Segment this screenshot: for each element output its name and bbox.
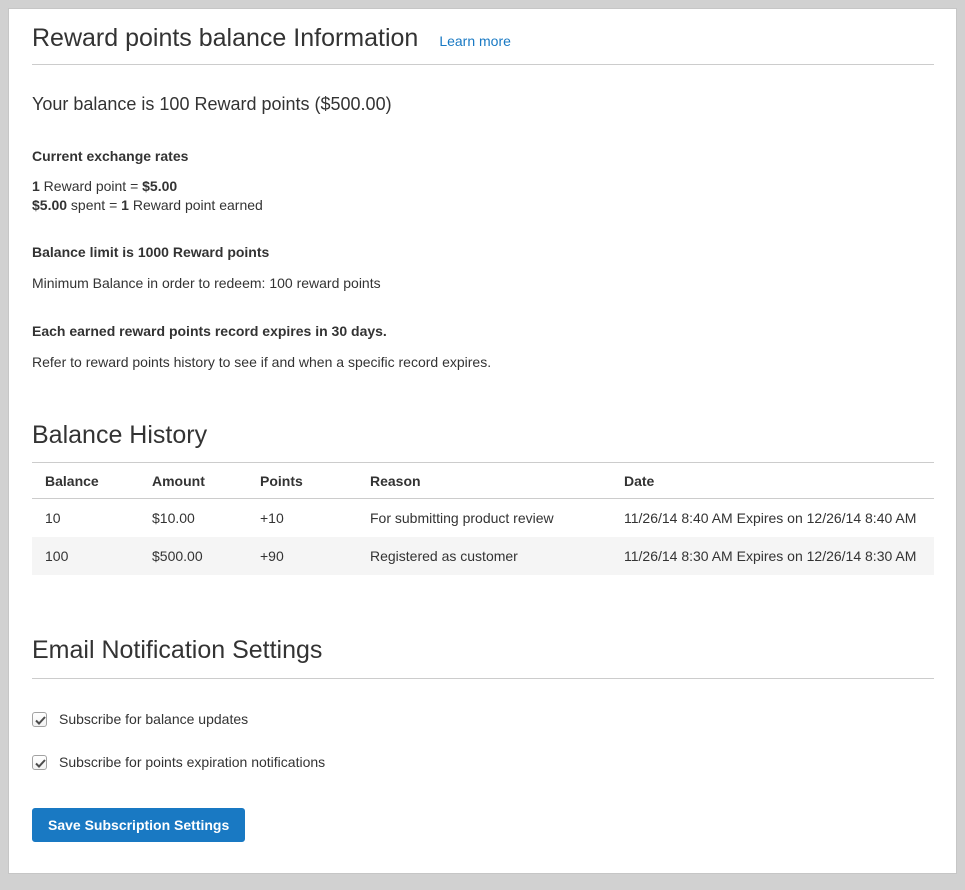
column-header-balance: Balance (32, 463, 139, 499)
page-title: Reward points balance Information (32, 23, 418, 53)
save-subscription-settings-button[interactable]: Save Subscription Settings (32, 808, 245, 842)
cell-reason: For submitting product review (357, 499, 611, 538)
email-settings-heading: Email Notification Settings (32, 635, 934, 665)
exchange-rate-line-2: $5.00 spent = 1 Reward point earned (32, 196, 934, 215)
minimum-balance-text: Minimum Balance in order to redeem: 100 … (32, 274, 934, 293)
balance-history-table: Balance Amount Points Reason Date 10 $10… (32, 462, 934, 575)
balance-limit-text: Balance limit is 1000 Reward points (32, 243, 934, 262)
cell-date: 11/26/14 8:40 AM Expires on 12/26/14 8:4… (611, 499, 934, 538)
checkbox-label: Subscribe for balance updates (59, 711, 248, 727)
cell-balance: 10 (32, 499, 139, 538)
cell-amount: $10.00 (139, 499, 247, 538)
column-header-reason: Reason (357, 463, 611, 499)
cell-reason: Registered as customer (357, 537, 611, 575)
points-expiration-checkbox[interactable] (32, 755, 47, 770)
check-icon (35, 759, 46, 768)
reward-points-panel: Reward points balance Information Learn … (8, 8, 957, 874)
checkbox-label: Subscribe for points expiration notifica… (59, 754, 325, 770)
column-header-amount: Amount (139, 463, 247, 499)
exchange-rates-lines: 1 Reward point = $5.00 $5.00 spent = 1 R… (32, 177, 934, 215)
balance-history-heading: Balance History (32, 420, 934, 450)
table-row: 10 $10.00 +10 For submitting product rev… (32, 499, 934, 538)
points-expiration-option[interactable]: Subscribe for points expiration notifica… (32, 754, 934, 770)
exchange-rates-heading: Current exchange rates (32, 147, 934, 166)
expiration-notice-text: Each earned reward points record expires… (32, 322, 934, 341)
column-header-date: Date (611, 463, 934, 499)
cell-points: +90 (247, 537, 357, 575)
cell-points: +10 (247, 499, 357, 538)
exchange-rate-line-1: 1 Reward point = $5.00 (32, 177, 934, 196)
cell-date: 11/26/14 8:30 AM Expires on 12/26/14 8:3… (611, 537, 934, 575)
table-row: 100 $500.00 +90 Registered as customer 1… (32, 537, 934, 575)
expiration-hint-text: Refer to reward points history to see if… (32, 353, 934, 372)
cell-balance: 100 (32, 537, 139, 575)
cell-amount: $500.00 (139, 537, 247, 575)
check-icon (35, 716, 46, 725)
balance-summary: Your balance is 100 Reward points ($500.… (32, 92, 934, 117)
balance-updates-checkbox[interactable] (32, 712, 47, 727)
table-header-row: Balance Amount Points Reason Date (32, 463, 934, 499)
column-header-points: Points (247, 463, 357, 499)
learn-more-link[interactable]: Learn more (439, 33, 511, 49)
balance-updates-option[interactable]: Subscribe for balance updates (32, 711, 934, 727)
page-header: Reward points balance Information Learn … (32, 21, 934, 65)
